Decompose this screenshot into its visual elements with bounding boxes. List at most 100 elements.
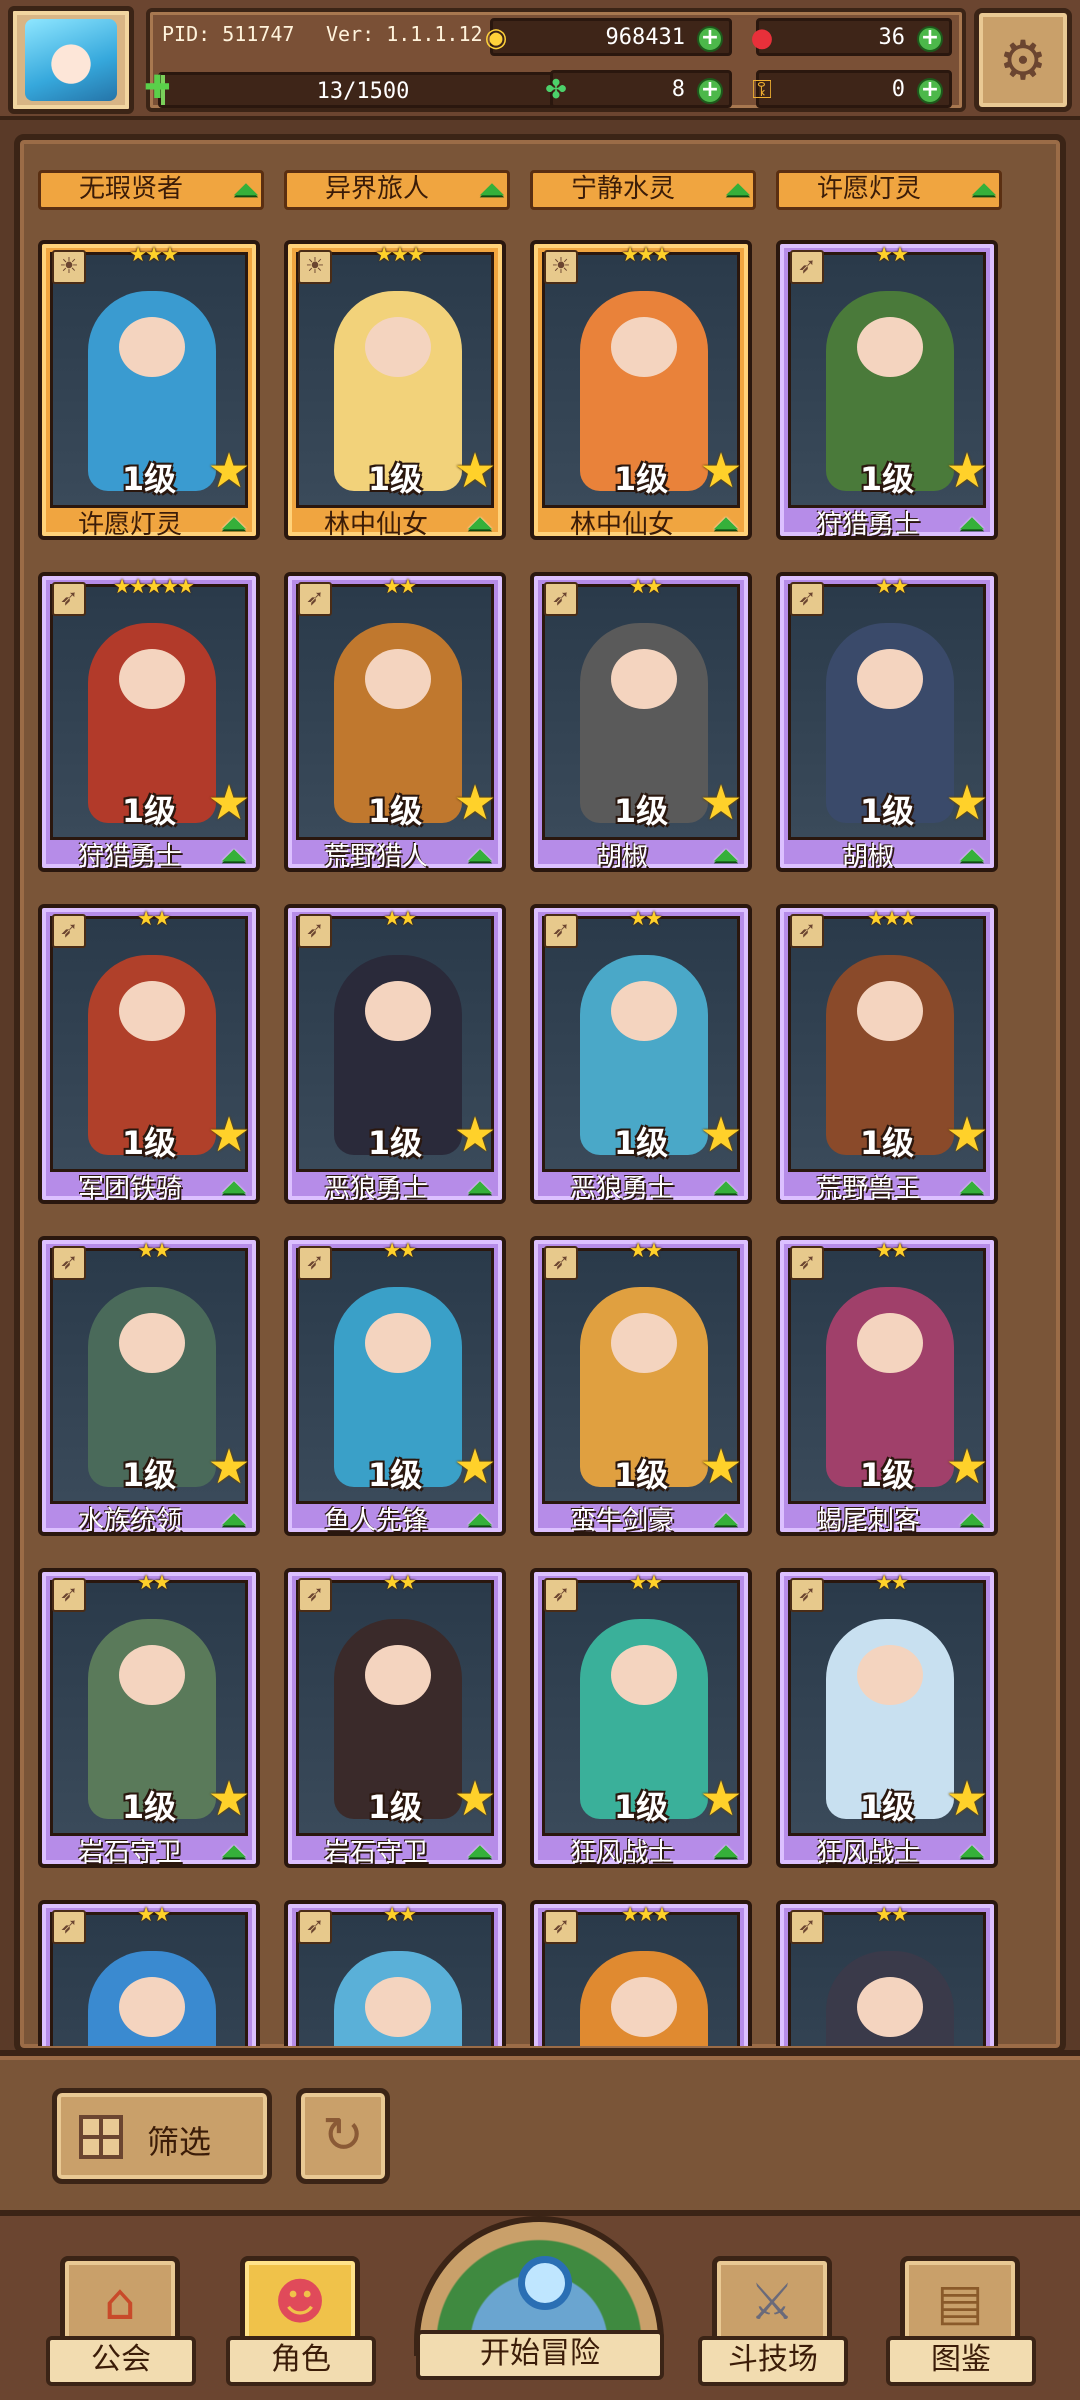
character-face (119, 1645, 185, 1705)
add-clover-button[interactable]: + (697, 78, 723, 104)
character-card[interactable]: ➶ ★★★ (530, 1900, 752, 2046)
upgrade-arrow-icon[interactable]: ⏶ (472, 172, 512, 208)
nav-character-label[interactable]: 角色 (226, 2336, 376, 2386)
upgrade-arrow-icon[interactable]: ⏶ (458, 506, 502, 542)
character-card[interactable]: ➶ ★★★ 1级 ★ 荒野兽王 ⏶ (776, 904, 998, 1206)
character-face (365, 981, 431, 1041)
star-upgrade-icon: ★ (207, 1771, 251, 1827)
star-rating: ★★ (875, 1570, 909, 1594)
refresh-button[interactable]: ↻ (296, 2088, 390, 2184)
upgrade-arrow-icon[interactable]: ⏶ (212, 506, 256, 542)
star-upgrade-icon: ★ (699, 1771, 743, 1827)
character-card[interactable]: ➶ ★★ 1级 ★ 蝎尾刺客 ⏶ (776, 1236, 998, 1538)
add-gold-button[interactable]: + (697, 26, 723, 52)
player-info-panel: PID: 511747 Ver: 1.1.1.12 ◉ 968431 + ● 3… (144, 8, 966, 112)
character-card[interactable]: ➶ ★★ 1级 ★ 恶狼勇士 ⏶ (530, 904, 752, 1206)
character-card[interactable]: ➶ ★★ (38, 1900, 260, 2046)
upgrade-arrow-icon[interactable]: ⏶ (950, 1170, 994, 1206)
character-card[interactable]: ➶ ★★ 1级 ★ 狩猎勇士 ⏶ (776, 240, 998, 542)
character-card[interactable]: ➶ ★★ (776, 1900, 998, 2046)
gem-counter: ● 36 + (751, 18, 952, 56)
character-name: 林中仙女 (323, 510, 428, 540)
upgrade-arrow-icon[interactable]: ⏶ (704, 506, 748, 542)
character-card[interactable]: ➶ ★★ 1级 ★ 水族统领 ⏶ (38, 1236, 260, 1538)
add-key-button[interactable]: + (917, 78, 943, 104)
upgrade-arrow-icon[interactable]: ⏶ (964, 172, 1004, 208)
character-card[interactable]: ➶ ★★★★★ 1级 ★ 狩猎勇士 ⏶ (38, 572, 260, 874)
star-rating: ★★ (629, 574, 663, 598)
character-card[interactable]: ➶ ★★ 1级 ★ 岩石守卫 ⏶ (38, 1568, 260, 1870)
filter-button[interactable]: 筛选 (52, 2088, 272, 2184)
character-face (119, 1977, 185, 2037)
upgrade-arrow-icon[interactable]: ⏶ (718, 172, 758, 208)
upgrade-arrow-icon[interactable]: ⏶ (458, 1834, 502, 1870)
upgrade-arrow-icon[interactable]: ⏶ (950, 1834, 994, 1870)
character-face (611, 1645, 677, 1705)
add-gem-button[interactable]: + (917, 26, 943, 52)
upgrade-arrow-icon[interactable]: ⏶ (458, 1170, 502, 1206)
upgrade-arrow-icon[interactable]: ⏶ (212, 1502, 256, 1538)
star-upgrade-icon: ★ (945, 1771, 989, 1827)
character-face-icon: ☻ (273, 2273, 327, 2331)
upgrade-arrow-icon[interactable]: ⏶ (212, 838, 256, 874)
character-card[interactable]: ➶ ★★ 1级 ★ 荒野猎人 ⏶ (284, 572, 506, 874)
upgrade-arrow-icon[interactable]: ⏶ (212, 1834, 256, 1870)
star-upgrade-icon: ★ (945, 443, 989, 499)
nav-codex-label[interactable]: 图鉴 (886, 2336, 1036, 2386)
upgrade-arrow-icon[interactable]: ⏶ (458, 1502, 502, 1538)
character-grid[interactable]: 无瑕贤者 ⏶ 异界旅人 ⏶ 宁静水灵 ⏶ 许愿灯灵 ⏶ ☀ ★★★ 1级 ★ 许愿灯灵 ⏶ ☀ ★★★ 1级 ★… (38, 152, 1042, 2046)
start-adventure-label[interactable]: 开始冒险 (416, 2330, 664, 2380)
star-rating: ★★ (383, 1902, 417, 1926)
character-face (857, 981, 923, 1041)
character-card[interactable]: ➶ ★★ 1级 ★ 鱼人先锋 ⏶ (284, 1236, 506, 1538)
upgrade-arrow-icon[interactable]: ⏶ (212, 1170, 256, 1206)
character-card[interactable]: ➶ ★★ 1级 ★ 胡椒 ⏶ (530, 572, 752, 874)
character-face (611, 1313, 677, 1373)
character-card[interactable]: ➶ ★★ 1级 ★ 军团铁骑 ⏶ (38, 904, 260, 1206)
character-face (857, 1645, 923, 1705)
character-card[interactable]: ➶ ★★ 1级 ★ 蛮牛剑豪 ⏶ (530, 1236, 752, 1538)
character-card[interactable]: ➶ ★★ 1级 ★ 狂风战士 ⏶ (530, 1568, 752, 1870)
character-name: 鱼人先锋 (323, 1506, 428, 1536)
star-rating: ★★ (383, 1570, 417, 1594)
character-card[interactable]: ☀ ★★★ 1级 ★ 林中仙女 ⏶ (284, 240, 506, 542)
upgrade-arrow-icon[interactable]: ⏶ (950, 838, 994, 874)
character-card[interactable]: ☀ ★★★ 1级 ★ 林中仙女 ⏶ (530, 240, 752, 542)
clover-value: 8 (671, 77, 685, 102)
character-name: 狩猎勇士 (77, 842, 182, 872)
character-card[interactable]: ☀ ★★★ 1级 ★ 许愿灯灵 ⏶ (38, 240, 260, 542)
character-name: 许愿灯灵 (77, 510, 182, 540)
nav-guild-label[interactable]: 公会 (46, 2336, 196, 2386)
upgrade-arrow-icon[interactable]: ⏶ (704, 1502, 748, 1538)
magnifier-icon (518, 2256, 572, 2310)
upgrade-arrow-icon[interactable]: ⏶ (704, 1170, 748, 1206)
star-upgrade-icon: ★ (699, 443, 743, 499)
nav-arena-label[interactable]: 斗技场 (698, 2336, 848, 2386)
upgrade-arrow-icon[interactable]: ⏶ (704, 838, 748, 874)
character-card[interactable]: ➶ ★★ (284, 1900, 506, 2046)
gold-counter: ◉ 968431 + (485, 18, 732, 56)
star-upgrade-icon: ★ (945, 1439, 989, 1495)
character-face (857, 1313, 923, 1373)
upgrade-arrow-icon[interactable]: ⏶ (704, 1834, 748, 1870)
coin-icon: ◉ (484, 23, 508, 53)
character-card[interactable]: ➶ ★★ 1级 ★ 胡椒 ⏶ (776, 572, 998, 874)
upgrade-arrow-icon[interactable]: ⏶ (950, 1502, 994, 1538)
character-name: 狂风战士 (569, 1838, 674, 1868)
refresh-icon: ↻ (322, 2106, 364, 2164)
character-card[interactable]: ➶ ★★ 1级 ★ 狂风战士 ⏶ (776, 1568, 998, 1870)
character-card[interactable]: ➶ ★★ 1级 ★ 恶狼勇士 ⏶ (284, 904, 506, 1206)
upgrade-arrow-icon[interactable]: ⏶ (950, 506, 994, 542)
star-rating: ★★★ (867, 906, 917, 930)
avatar-portrait (25, 19, 117, 101)
character-card[interactable]: ➶ ★★ 1级 ★ 岩石守卫 ⏶ (284, 1568, 506, 1870)
settings-button[interactable]: ⚙ (974, 8, 1072, 112)
upgrade-arrow-icon[interactable]: ⏶ (458, 838, 502, 874)
star-rating: ★★★ (621, 1902, 671, 1926)
character-name: 恶狼勇士 (323, 1174, 428, 1204)
character-face (119, 1313, 185, 1373)
player-avatar[interactable] (8, 6, 134, 114)
star-rating: ★★★ (621, 242, 671, 266)
star-rating: ★★ (383, 1238, 417, 1262)
upgrade-arrow-icon[interactable]: ⏶ (226, 172, 266, 208)
